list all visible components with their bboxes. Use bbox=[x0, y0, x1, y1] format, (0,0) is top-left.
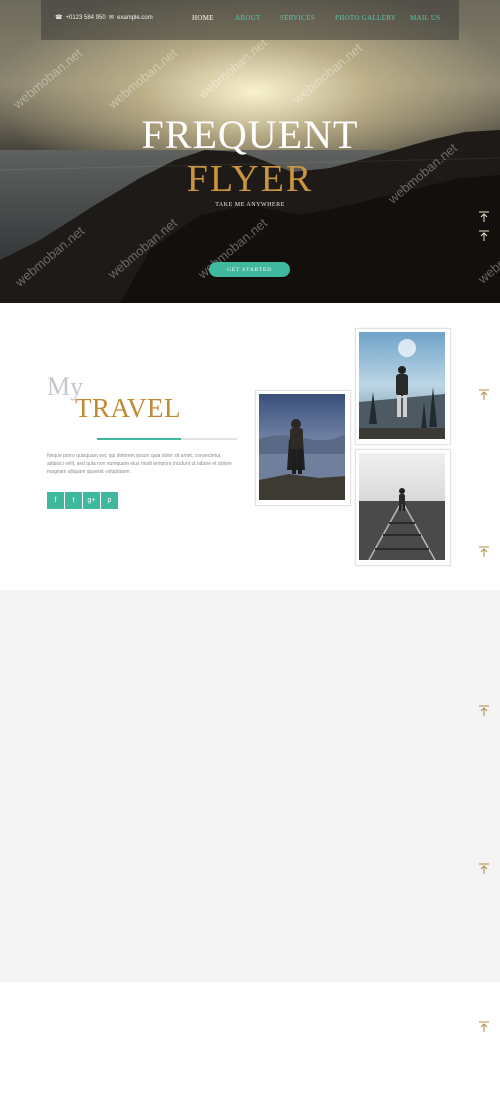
facebook-icon[interactable]: f bbox=[47, 492, 64, 509]
scroll-up-icon[interactable] bbox=[478, 389, 490, 401]
about-heading-large: TRAVEL bbox=[75, 393, 182, 423]
hero-title-line2: FLYER bbox=[186, 158, 314, 200]
twitter-icon[interactable]: t bbox=[65, 492, 82, 509]
social-links: f t g+ p bbox=[47, 492, 118, 509]
scroll-up-icon[interactable] bbox=[478, 1021, 490, 1033]
phone-icon: ☎ bbox=[55, 15, 63, 21]
grey-content-section bbox=[0, 590, 500, 982]
nav-services[interactable]: SERVICES bbox=[280, 14, 315, 22]
travel-photo-hiker-forest[interactable] bbox=[355, 328, 451, 445]
hiker-lake-image bbox=[259, 394, 345, 500]
scroll-up-icon[interactable] bbox=[478, 705, 490, 717]
hero-title-line1: FREQUENT bbox=[141, 112, 359, 157]
hiker-forest-image bbox=[359, 332, 445, 439]
divider-progress-fill bbox=[97, 438, 181, 440]
hero-tagline: TAKE ME ANYWHERE bbox=[215, 202, 285, 208]
phone-contact: ☎ +0123 584 950 bbox=[55, 14, 106, 22]
heading-divider bbox=[97, 438, 237, 440]
get-started-button[interactable]: GET STARTED bbox=[209, 262, 290, 277]
scroll-up-icon[interactable] bbox=[478, 863, 490, 875]
travel-photo-railway[interactable] bbox=[355, 449, 451, 566]
railway-walker-image bbox=[359, 453, 445, 561]
nav-photo-gallery[interactable]: PHOTO GALLERY bbox=[335, 14, 396, 22]
google-plus-icon[interactable]: g+ bbox=[83, 492, 100, 509]
nav-about[interactable]: ABOUT bbox=[235, 14, 261, 22]
nav-mail-us[interactable]: MAIL US bbox=[410, 14, 440, 22]
email-contact[interactable]: ✉ example.com bbox=[109, 14, 153, 22]
scroll-up-icon[interactable] bbox=[478, 211, 490, 223]
travel-photo-hiker-lake[interactable] bbox=[255, 390, 351, 506]
hero-section: webmoban.net webmoban.net webmoban.net w… bbox=[0, 0, 500, 303]
email-address[interactable]: example.com bbox=[117, 15, 153, 21]
phone-number: +0123 584 950 bbox=[65, 14, 106, 21]
about-paragraph: Neque porro quisquam est, qui dolorem ip… bbox=[47, 453, 232, 475]
scroll-up-icon[interactable] bbox=[478, 546, 490, 558]
scroll-up-icon[interactable] bbox=[478, 230, 490, 242]
pinterest-icon[interactable]: p bbox=[101, 492, 118, 509]
bottom-content-section bbox=[0, 982, 500, 1100]
envelope-icon: ✉ bbox=[109, 15, 115, 21]
nav-home[interactable]: HOME bbox=[192, 14, 214, 22]
top-navigation-bar: ☎ +0123 584 950 ✉ example.com HOME ABOUT… bbox=[41, 0, 459, 40]
